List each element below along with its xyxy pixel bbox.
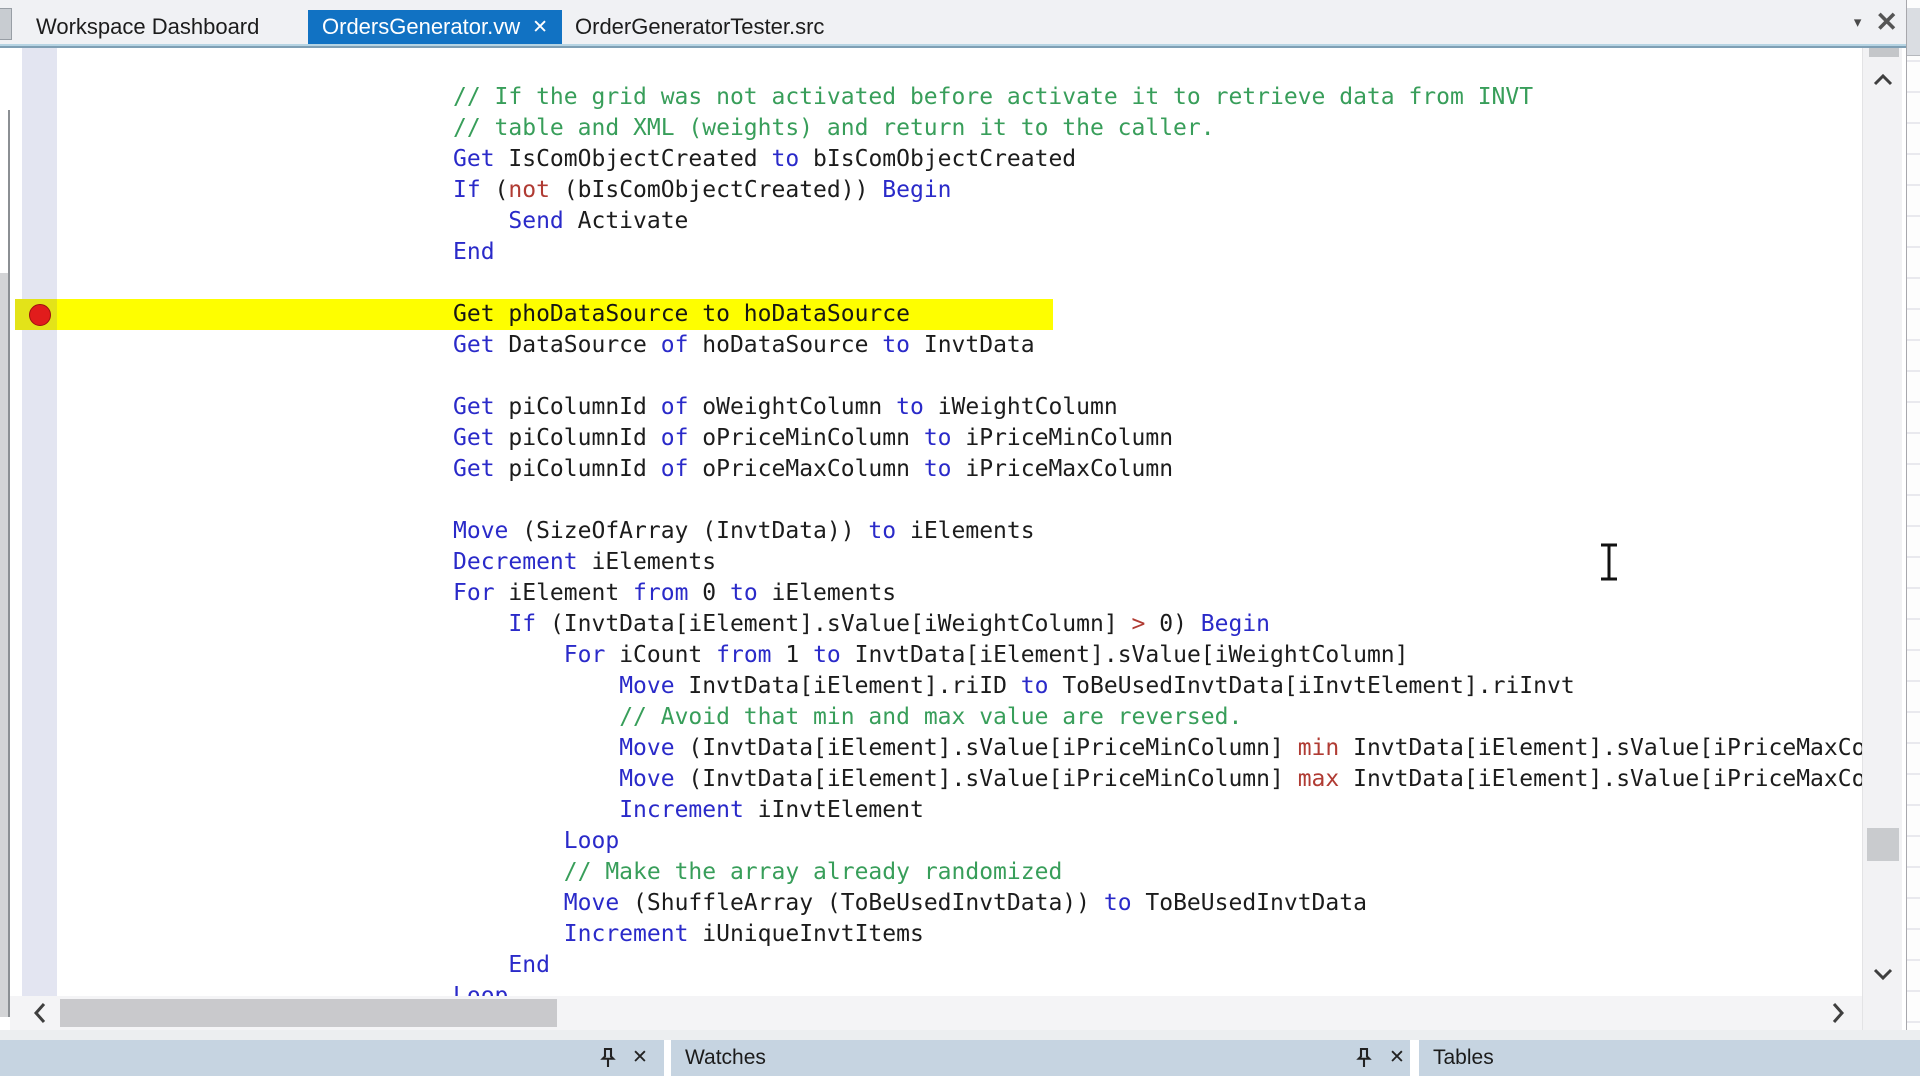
code-line[interactable]: // table and XML (weights) and return it… xyxy=(10,113,1862,144)
pin-icon[interactable] xyxy=(1352,1046,1376,1070)
horizontal-scrollbar-thumb[interactable] xyxy=(60,999,557,1027)
code-line[interactable]: Move InvtData[iElement].riID to ToBeUsed… xyxy=(10,671,1862,702)
code-line[interactable]: If (InvtData[iElement].sValue[iWeightCol… xyxy=(10,609,1862,640)
right-dock-edge-header xyxy=(1907,8,1920,56)
dock-splitter[interactable] xyxy=(0,1030,1920,1040)
code-line[interactable]: Increment iInvtElement xyxy=(10,795,1862,826)
pin-icon[interactable] xyxy=(596,1046,620,1070)
scroll-down-icon[interactable] xyxy=(1872,966,1894,982)
code-line[interactable]: Move (InvtData[iElement].sValue[iPriceMi… xyxy=(10,764,1862,795)
tab-overflow-dropdown-icon[interactable]: ▾ xyxy=(1854,13,1862,31)
code-line[interactable]: Decrement iElements xyxy=(10,547,1862,578)
tab-label: Workspace Dashboard xyxy=(36,14,259,40)
code-line[interactable]: If (not (bIsComObjectCreated)) Begin xyxy=(10,175,1862,206)
code-line[interactable]: Get IsComObjectCreated to bIsComObjectCr… xyxy=(10,144,1862,175)
dock-panel-header[interactable]: ✕ xyxy=(0,1040,664,1076)
tab-workspace-dashboard[interactable]: Workspace Dashboard xyxy=(20,10,288,44)
tab-label: OrdersGenerator.vw xyxy=(322,14,520,40)
scroll-right-icon[interactable] xyxy=(1830,999,1846,1027)
document-close-icon[interactable]: ✕ xyxy=(1875,9,1898,36)
code-line[interactable] xyxy=(10,268,1862,299)
close-icon[interactable]: ✕ xyxy=(1385,1043,1409,1073)
code-line[interactable]: For iElement from 0 to iElements xyxy=(10,578,1862,609)
code-line[interactable]: Move (SizeOfArray (InvtData)) to iElemen… xyxy=(10,516,1862,547)
code-line[interactable]: Loop xyxy=(10,826,1862,857)
vertical-scrollbar-thumb[interactable] xyxy=(1867,828,1899,861)
code-line[interactable]: End xyxy=(10,950,1862,981)
code-text-area[interactable]: // If the grid was not activated before … xyxy=(10,48,1862,996)
tab-order-generator-tester[interactable]: OrderGeneratorTester.src xyxy=(562,10,844,44)
scroll-up-icon[interactable] xyxy=(1872,72,1894,88)
code-line[interactable]: // If the grid was not activated before … xyxy=(10,82,1862,113)
code-line[interactable]: Get DataSource of hoDataSource to InvtDa… xyxy=(10,330,1862,361)
code-line[interactable]: Get piColumnId of oWeightColumn to iWeig… xyxy=(10,392,1862,423)
code-line[interactable] xyxy=(10,485,1862,516)
code-line[interactable]: Get piColumnId of oPriceMinColumn to iPr… xyxy=(10,423,1862,454)
scroll-left-icon[interactable] xyxy=(32,999,48,1027)
code-line[interactable]: Get phoDataSource to hoDataSource xyxy=(10,299,1862,330)
dock-panel-header-watches[interactable]: Watches ✕ xyxy=(671,1040,1410,1076)
code-line[interactable]: Move (InvtData[iElement].sValue[iPriceMi… xyxy=(10,733,1862,764)
tab-orders-generator-active[interactable]: OrdersGenerator.vw ✕ xyxy=(308,10,562,44)
left-dock-edge xyxy=(0,273,8,1017)
code-line[interactable]: // Make the array already randomized xyxy=(10,857,1862,888)
code-line[interactable]: Increment iUniqueInvtItems xyxy=(10,919,1862,950)
panel-title: Tables xyxy=(1433,1040,1494,1076)
code-line[interactable]: For iCount from 1 to InvtData[iElement].… xyxy=(10,640,1862,671)
vertical-scrollbar[interactable] xyxy=(1862,48,1902,1030)
ide-window: Workspace Dashboard OrdersGenerator.vw ✕… xyxy=(0,0,1920,1080)
code-line[interactable]: Move (ShuffleArray (ToBeUsedInvtData)) t… xyxy=(10,888,1862,919)
tab-strip-edge xyxy=(0,8,12,40)
right-dock-edge xyxy=(1906,0,1920,1080)
tab-label: OrderGeneratorTester.src xyxy=(575,14,824,40)
code-line[interactable]: End xyxy=(10,237,1862,268)
horizontal-scrollbar[interactable] xyxy=(10,996,1862,1030)
code-line[interactable]: Send Activate xyxy=(10,206,1862,237)
close-icon[interactable]: ✕ xyxy=(628,1043,652,1073)
code-line[interactable]: // Avoid that min and max value are reve… xyxy=(10,702,1862,733)
text-cursor-icon xyxy=(1596,542,1622,582)
scrollbar-cap xyxy=(1869,48,1899,57)
bottom-dock-row: ✕ Watches ✕ Tables xyxy=(0,1040,1920,1080)
code-line[interactable]: Get piColumnId of oPriceMaxColumn to iPr… xyxy=(10,454,1862,485)
dock-panel-header-tables[interactable]: Tables xyxy=(1419,1040,1920,1076)
code-line[interactable] xyxy=(10,361,1862,392)
panel-title: Watches xyxy=(685,1040,766,1076)
code-editor[interactable]: // If the grid was not activated before … xyxy=(10,48,1862,996)
tab-close-icon[interactable]: ✕ xyxy=(532,16,548,39)
document-tab-bar: Workspace Dashboard OrdersGenerator.vw ✕… xyxy=(0,0,1906,44)
code-line[interactable]: Loop xyxy=(10,981,1862,996)
